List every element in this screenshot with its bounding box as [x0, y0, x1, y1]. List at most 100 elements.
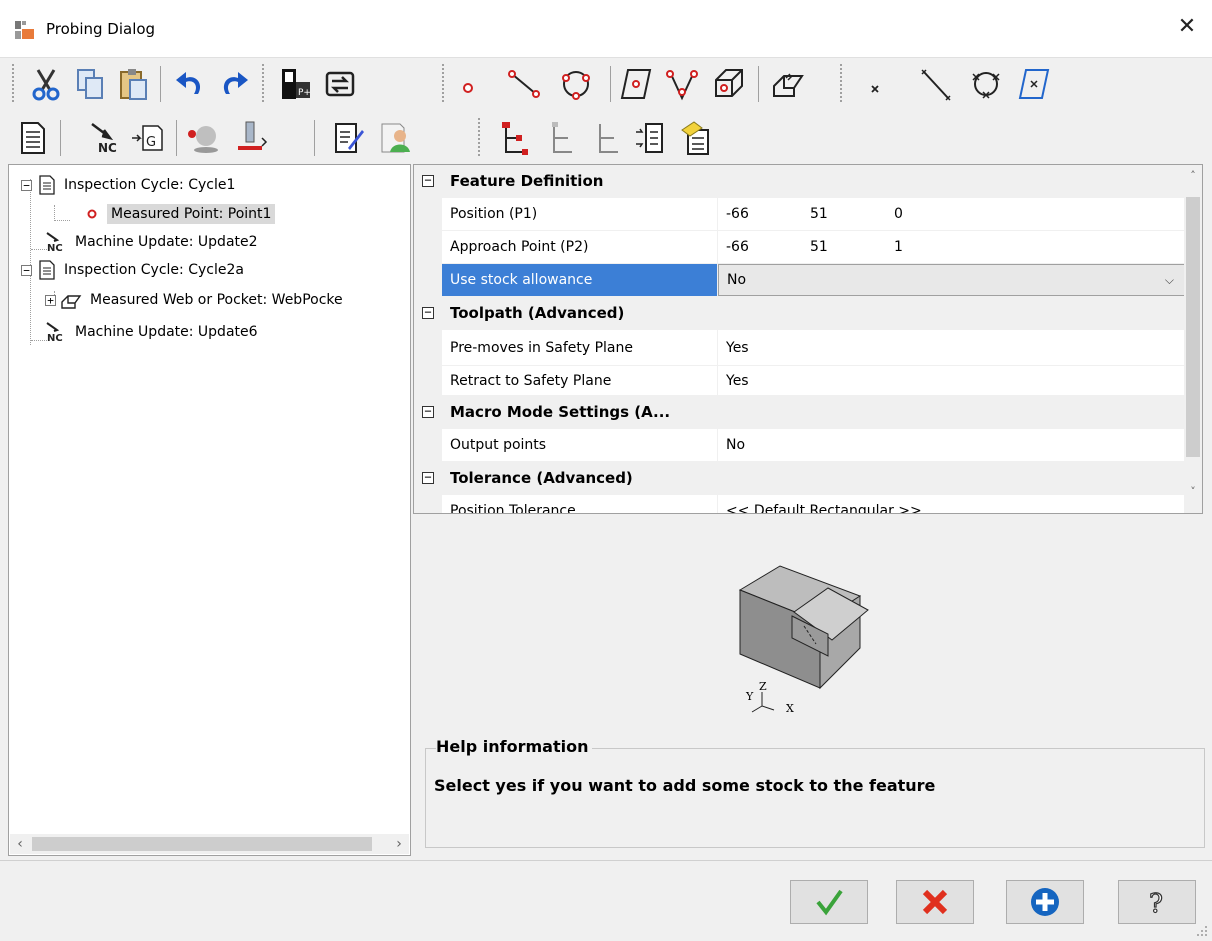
point-icon: [87, 209, 97, 219]
collapse-toggle[interactable]: −: [422, 306, 434, 319]
feature-preview-image: Y Z X: [738, 565, 869, 715]
collapse-toggle[interactable]: −: [422, 174, 434, 187]
redo-icon[interactable]: [214, 64, 254, 104]
window-title: Probing Dialog: [46, 20, 156, 38]
prop-retract[interactable]: Retract to Safety Plane Yes: [414, 366, 1185, 396]
tree-item-update2[interactable]: NC Machine Update: Update2: [45, 228, 262, 256]
collapse-expander[interactable]: −: [21, 179, 32, 191]
paste-icon[interactable]: [114, 64, 154, 104]
feature-tree[interactable]: − Inspection Cycle: Cycle1 Measured Poin…: [8, 164, 411, 856]
point-icon[interactable]: [448, 64, 488, 104]
category-feature-definition[interactable]: − Feature Definition: [414, 165, 1185, 198]
resize-grip-icon[interactable]: [1196, 925, 1208, 937]
help-title: Help information: [436, 737, 593, 756]
list-icon[interactable]: [630, 118, 670, 158]
nc-icon[interactable]: NC: [86, 118, 126, 158]
document-icon: [39, 260, 55, 280]
add-button[interactable]: [1006, 880, 1084, 924]
angle-icon[interactable]: [662, 64, 702, 104]
help-button[interactable]: ?: [1118, 880, 1196, 924]
cancel-button[interactable]: [896, 880, 974, 924]
circle-icon[interactable]: [556, 64, 596, 104]
axis-z-label: Z: [759, 680, 767, 693]
collapse-expander[interactable]: −: [21, 264, 32, 276]
scroll-left-icon[interactable]: ‹: [10, 834, 30, 854]
category-tolerance[interactable]: − Tolerance (Advanced): [414, 462, 1185, 495]
tree-item-point1[interactable]: Measured Point: Point1: [85, 200, 276, 228]
help-question-icon: ?: [1148, 888, 1163, 918]
cross-point-icon[interactable]: [856, 64, 896, 104]
document-icon: [39, 175, 55, 195]
toolbar-secondary: NC G: [8, 112, 1114, 162]
tree-item-cycle2a[interactable]: − Inspection Cycle: Cycle2a: [21, 256, 248, 284]
tree-red-icon[interactable]: [494, 118, 534, 158]
tree-item-webpocket[interactable]: + Measured Web or Pocket: WebPocke: [45, 286, 347, 314]
copy-icon[interactable]: [70, 64, 110, 104]
app-icon: [15, 21, 34, 39]
scroll-up-icon[interactable]: ˄: [1184, 167, 1202, 185]
svg-text:NC: NC: [98, 141, 117, 155]
prop-pre-moves[interactable]: Pre-moves in Safety Plane Yes: [414, 330, 1185, 366]
svg-text:P+: P+: [298, 88, 311, 98]
prop-position-p1[interactable]: Position (P1) -66 51 0: [414, 198, 1185, 231]
nc-icon: NC: [46, 322, 63, 343]
category-toolpath-advanced[interactable]: − Toolpath (Advanced): [414, 297, 1185, 330]
tree-horizontal-scrollbar[interactable]: ‹ ›: [10, 834, 409, 854]
cancel-x-icon: [922, 889, 948, 915]
help-groupbox: [425, 748, 1205, 848]
prop-output-points[interactable]: Output points No: [414, 429, 1185, 462]
svg-text:G: G: [146, 135, 156, 150]
svg-text:NC: NC: [47, 333, 63, 343]
cross-plane-icon[interactable]: [1014, 64, 1054, 104]
stock-allowance-select[interactable]: No ⌵: [718, 264, 1185, 296]
category-macro-mode[interactable]: − Macro Mode Settings (A...: [414, 396, 1185, 429]
scroll-down-icon[interactable]: ˅: [1184, 483, 1202, 501]
document-icon[interactable]: [12, 118, 52, 158]
undo-icon[interactable]: [170, 64, 210, 104]
prop-use-stock-allowance[interactable]: Use stock allowance No ⌵: [414, 264, 1185, 297]
plane-icon[interactable]: [616, 64, 656, 104]
tree-item-update6[interactable]: NC Machine Update: Update6: [45, 318, 262, 346]
toolbar-main: P+: [8, 58, 1188, 110]
prop-position-tolerance[interactable]: Position Tolerance << Default Rectangula…: [414, 495, 1185, 513]
property-grid[interactable]: − Feature Definition Position (P1) -66 51…: [413, 164, 1203, 514]
pocket-icon[interactable]: [768, 64, 808, 104]
pocket-icon: [61, 295, 82, 309]
probe-sphere-icon[interactable]: [184, 118, 224, 158]
edit-note-icon[interactable]: [328, 118, 368, 158]
cross-line-icon[interactable]: [914, 64, 954, 104]
collapse-toggle[interactable]: −: [422, 471, 434, 484]
user-icon[interactable]: [376, 118, 416, 158]
probe-p-icon[interactable]: P+: [276, 64, 316, 104]
coord-values[interactable]: -66 51 0: [718, 198, 1185, 230]
help-text: Select yes if you want to add some stock…: [434, 776, 936, 795]
tree-gray-icon[interactable]: [542, 118, 582, 158]
transfer-icon[interactable]: [320, 64, 360, 104]
tool-icon[interactable]: [230, 118, 270, 158]
cross-circle-icon[interactable]: [966, 64, 1006, 104]
grid-vertical-scrollbar[interactable]: ˄ ˅: [1184, 165, 1202, 513]
tag-icon[interactable]: [676, 118, 716, 158]
close-icon[interactable]: ✕: [1172, 14, 1202, 39]
svg-text:NC: NC: [47, 243, 63, 253]
tree-item-cycle1[interactable]: − Inspection Cycle: Cycle1: [21, 171, 239, 199]
collapse-toggle[interactable]: −: [422, 405, 434, 418]
axis-x-label: X: [786, 702, 794, 715]
coord-values[interactable]: -66 51 1: [718, 231, 1185, 263]
cut-icon[interactable]: [26, 64, 66, 104]
nc-icon: NC: [46, 232, 63, 253]
prop-approach-point-p2[interactable]: Approach Point (P2) -66 51 1: [414, 231, 1185, 264]
tree-light-icon[interactable]: [588, 118, 628, 158]
svg-text:?: ?: [1149, 889, 1163, 918]
gcode-icon[interactable]: G: [128, 118, 168, 158]
scrollbar-thumb[interactable]: [1186, 197, 1200, 457]
scrollbar-thumb[interactable]: [32, 837, 372, 851]
ok-button[interactable]: [790, 880, 868, 924]
scroll-right-icon[interactable]: ›: [389, 834, 409, 854]
toolbar-grip[interactable]: [12, 64, 16, 102]
line-icon[interactable]: [504, 64, 544, 104]
axis-y-label: Y: [745, 690, 754, 703]
chevron-down-icon[interactable]: ⌵: [1165, 273, 1174, 288]
cylinder-icon[interactable]: [708, 64, 748, 104]
expand-expander[interactable]: +: [45, 294, 56, 306]
